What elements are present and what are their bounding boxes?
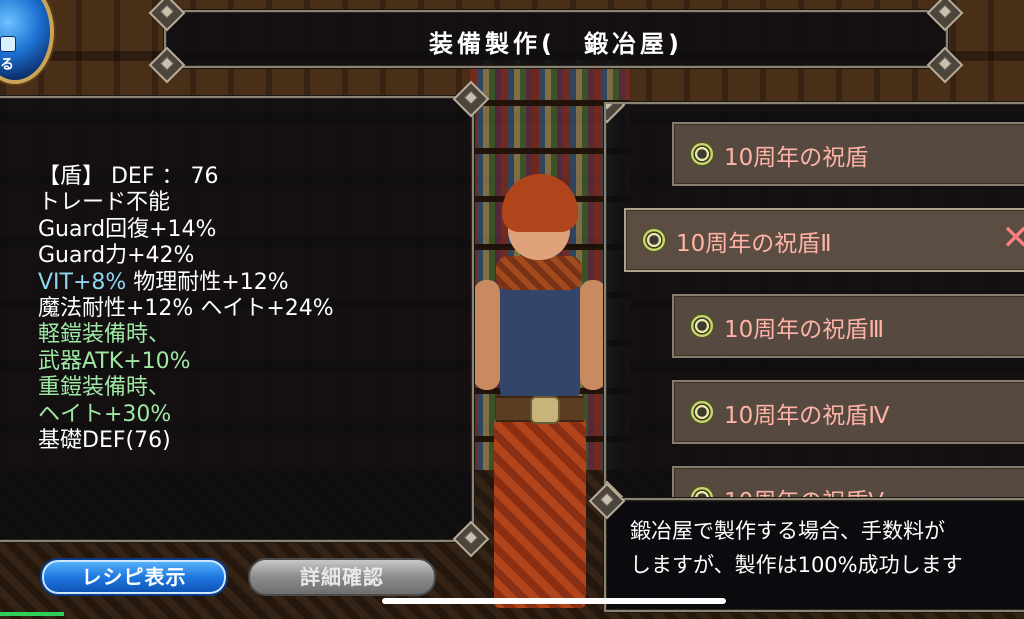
stat-line: Guard力+42% xyxy=(38,243,334,269)
stat-text: Guard回復+14% xyxy=(38,216,217,242)
stat-text: 武器ATK+10% xyxy=(38,348,191,374)
stat-line: 【盾】 DEF ： 76 xyxy=(38,164,334,190)
blacksmith-character xyxy=(474,170,606,610)
character-scarf xyxy=(496,256,582,290)
menu-icon xyxy=(0,36,16,52)
frame-corner-ornament xyxy=(606,104,626,124)
recipe-item[interactable]: 10周年の祝盾Ⅳ xyxy=(672,380,1024,444)
recipe-item[interactable]: 10周年の祝盾Ⅴ xyxy=(672,466,1024,500)
stat-line: Guard回復+14% xyxy=(38,217,334,243)
character-torso xyxy=(500,280,580,400)
recipe-item[interactable]: 10周年の祝盾Ⅲ xyxy=(672,294,1024,358)
recipe-item-label: 10周年の祝盾Ⅳ xyxy=(724,403,890,429)
info-message-text: 鍛冶屋で製作する場合、手数料が しますが、製作は100%成功します xyxy=(630,519,963,577)
stat-text: 重鎧装備時、 xyxy=(38,375,171,401)
character-legs xyxy=(494,418,586,608)
recipe-list-panel[interactable]: 10周年の祝盾 10周年の祝盾Ⅱ ✕ 10周年の祝盾Ⅲ 10周年の祝盾Ⅳ 10周年の祝盾Ⅴ xyxy=(604,102,1024,502)
show-recipe-button[interactable]: レシピ表示 xyxy=(40,558,228,596)
shield-icon xyxy=(642,228,666,252)
stat-text: 軽鎧装備時、 xyxy=(38,322,171,348)
recipe-item[interactable]: 10周年の祝盾Ⅱ ✕ xyxy=(624,208,1024,272)
stat-text: 基礎DEF(76) xyxy=(38,428,171,454)
stat-line: 魔法耐性+12% ヘイト+24% xyxy=(38,296,334,322)
shield-icon xyxy=(690,400,714,424)
item-stats-panel: 【盾】 DEF ： 76 トレード不能 Guard回復+14% Guard力+42% V… xyxy=(0,80,490,558)
home-indicator[interactable] xyxy=(382,598,726,604)
shield-icon xyxy=(690,314,714,338)
stat-line: VIT+8% 物理耐性+12% xyxy=(38,270,334,296)
character-arm-right xyxy=(580,280,606,390)
character-arm-left xyxy=(474,280,500,390)
item-stats-list: 【盾】 DEF ： 76 トレード不能 Guard回復+14% Guard力+42% V… xyxy=(38,164,334,454)
page-title: 装備製作( 鍛冶屋) xyxy=(429,30,683,58)
stat-line: 基礎DEF(76) xyxy=(38,428,334,454)
character-buckle xyxy=(530,396,560,424)
detail-confirm-button[interactable]: 詳細確認 xyxy=(248,558,436,596)
stat-text-suffix: 物理耐性+12% xyxy=(126,269,289,295)
stat-text: ヘイト+30% xyxy=(38,401,172,427)
menu-button[interactable]: る xyxy=(0,0,54,88)
info-message-box: 鍛冶屋で製作する場合、手数料が しますが、製作は100%成功します xyxy=(588,482,1024,612)
stat-text: 魔法耐性+12% ヘイト+24% xyxy=(38,296,334,322)
recipe-item-label: 10周年の祝盾Ⅲ xyxy=(724,317,885,343)
stat-text: Guard力+42% xyxy=(38,243,195,269)
recipe-item-label: 10周年の祝盾 xyxy=(724,145,869,171)
stat-text: 【盾】 DEF ： 76 xyxy=(38,164,219,189)
title-bar: 装備製作( 鍛冶屋) xyxy=(148,0,964,84)
stat-line: 重鎧装備時、 xyxy=(38,375,334,401)
stat-text: トレード不能 xyxy=(38,190,171,216)
stat-line: 軽鎧装備時、 xyxy=(38,322,334,348)
progress-bar xyxy=(0,612,64,616)
recipe-item-label: 10周年の祝盾Ⅱ xyxy=(676,231,832,257)
stat-line: ヘイト+30% xyxy=(38,402,334,428)
stat-line: 武器ATK+10% xyxy=(38,349,334,375)
close-icon[interactable]: ✕ xyxy=(1002,218,1024,258)
recipe-item[interactable]: 10周年の祝盾 xyxy=(672,122,1024,186)
stat-text: VIT+8% xyxy=(38,269,127,295)
shield-icon xyxy=(690,142,714,166)
character-hair xyxy=(502,174,578,232)
stat-line: トレード不能 xyxy=(38,190,334,216)
menu-button-label: る xyxy=(0,57,14,73)
